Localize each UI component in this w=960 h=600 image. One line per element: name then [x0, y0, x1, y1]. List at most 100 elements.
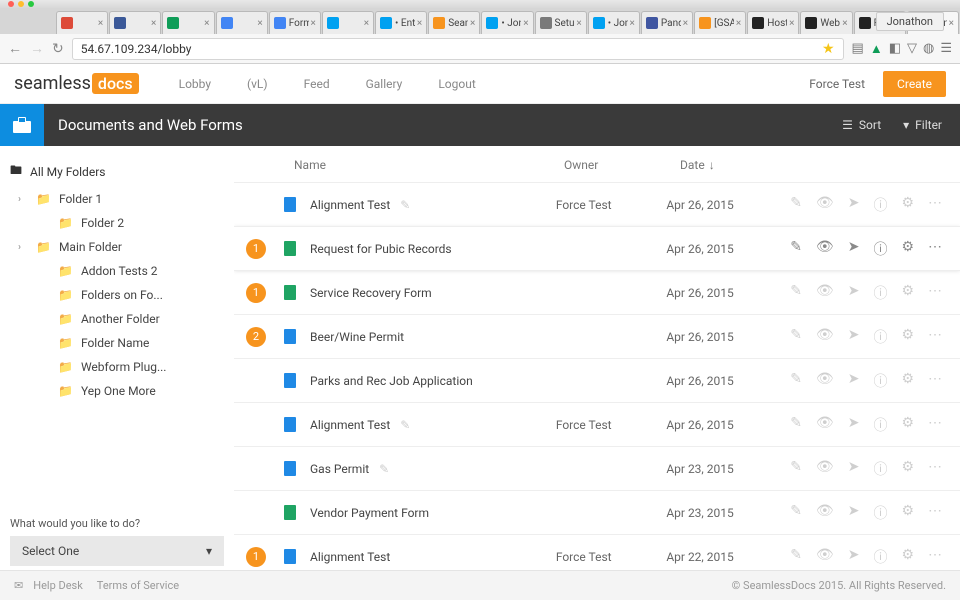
- edit-icon[interactable]: ✎: [790, 503, 802, 523]
- browser-tab[interactable]: ×: [56, 11, 108, 34]
- tab-close-icon[interactable]: ×: [151, 18, 156, 29]
- tab-close-icon[interactable]: ×: [736, 18, 741, 29]
- help-desk-link[interactable]: Help Desk: [33, 579, 83, 592]
- col-name[interactable]: Name: [294, 158, 564, 172]
- browser-tab[interactable]: Setup×: [535, 11, 587, 34]
- tab-close-icon[interactable]: ×: [630, 18, 635, 29]
- sidebar-item[interactable]: 📁Another Folder: [10, 307, 224, 331]
- more-icon[interactable]: ⋯: [928, 327, 942, 347]
- view-icon[interactable]: 👁: [816, 239, 834, 259]
- info-icon[interactable]: ⓘ: [873, 459, 887, 479]
- table-row[interactable]: Gas Permit✎Apr 23, 2015✎👁➤ⓘ⚙⋯: [234, 446, 960, 490]
- tab-close-icon[interactable]: ×: [364, 18, 369, 29]
- action-select[interactable]: Select One ▾: [10, 536, 224, 566]
- table-row[interactable]: 1Request for Pubic RecordsApr 26, 2015✎👁…: [234, 226, 960, 270]
- browser-tab[interactable]: ×: [162, 11, 214, 34]
- edit-icon[interactable]: ✎: [400, 198, 410, 212]
- more-icon[interactable]: ⋯: [928, 415, 942, 435]
- view-icon[interactable]: 👁: [816, 459, 834, 479]
- view-icon[interactable]: 👁: [816, 283, 834, 303]
- ext-buffer-icon[interactable]: ▤: [852, 41, 864, 57]
- tab-close-icon[interactable]: ×: [789, 18, 794, 29]
- sidebar-item[interactable]: ›📁Main Folder: [10, 235, 224, 259]
- reload-icon[interactable]: ↻: [52, 41, 64, 57]
- edit-icon[interactable]: ✎: [790, 239, 802, 259]
- ext-devices-icon[interactable]: ◧: [889, 41, 901, 57]
- tab-close-icon[interactable]: ×: [949, 18, 954, 29]
- edit-icon[interactable]: ✎: [790, 283, 802, 303]
- sidebar-item[interactable]: 📁Yep One More: [10, 379, 224, 403]
- chrome-profile[interactable]: Jonathon: [876, 12, 944, 31]
- ext-pocket-icon[interactable]: ▽: [907, 41, 917, 57]
- gear-icon[interactable]: ⚙: [901, 327, 914, 347]
- terms-link[interactable]: Terms of Service: [97, 579, 179, 592]
- table-row[interactable]: 1Service Recovery FormApr 26, 2015✎👁➤ⓘ⚙⋯: [234, 270, 960, 314]
- nav-feed[interactable]: Feed: [304, 77, 330, 91]
- send-icon[interactable]: ➤: [848, 503, 860, 523]
- send-icon[interactable]: ➤: [848, 239, 860, 259]
- view-icon[interactable]: 👁: [816, 547, 834, 567]
- info-icon[interactable]: ⓘ: [873, 327, 887, 347]
- send-icon[interactable]: ➤: [848, 415, 860, 435]
- browser-tab[interactable]: Seaml×: [428, 11, 480, 34]
- table-row[interactable]: 2Beer/Wine PermitApr 26, 2015✎👁➤ⓘ⚙⋯: [234, 314, 960, 358]
- more-icon[interactable]: ⋯: [928, 239, 942, 259]
- browser-tab[interactable]: ×: [322, 11, 374, 34]
- send-icon[interactable]: ➤: [848, 327, 860, 347]
- sidebar-item[interactable]: 📁Folder 2: [10, 211, 224, 235]
- bookmark-star-icon[interactable]: ★: [822, 41, 835, 57]
- mail-icon[interactable]: ✉: [14, 579, 23, 592]
- gear-icon[interactable]: ⚙: [901, 547, 914, 567]
- sidebar-item[interactable]: 📁Addon Tests 2: [10, 259, 224, 283]
- view-icon[interactable]: 👁: [816, 195, 834, 215]
- tab-close-icon[interactable]: ×: [576, 18, 581, 29]
- back-icon[interactable]: ←: [8, 40, 22, 57]
- send-icon[interactable]: ➤: [848, 547, 860, 567]
- edit-icon[interactable]: ✎: [790, 327, 802, 347]
- gear-icon[interactable]: ⚙: [901, 239, 914, 259]
- gear-icon[interactable]: ⚙: [901, 459, 914, 479]
- forward-icon[interactable]: →: [30, 40, 44, 57]
- more-icon[interactable]: ⋯: [928, 547, 942, 567]
- chrome-menu-icon[interactable]: ☰: [940, 41, 952, 57]
- gear-icon[interactable]: ⚙: [901, 503, 914, 523]
- sidebar-item[interactable]: 📁Folder Name: [10, 331, 224, 355]
- edit-icon[interactable]: ✎: [379, 462, 389, 476]
- gear-icon[interactable]: ⚙: [901, 415, 914, 435]
- browser-tab[interactable]: [GSA F×: [694, 11, 746, 34]
- browser-tab[interactable]: Webflo×: [800, 11, 852, 34]
- browser-tab[interactable]: Hostin×: [747, 11, 799, 34]
- nav-vl[interactable]: (vL): [247, 77, 268, 91]
- filter-button[interactable]: ▾Filter: [903, 118, 942, 132]
- url-input[interactable]: 54.67.109.234/lobby ★: [72, 38, 844, 60]
- traffic-min[interactable]: [18, 1, 24, 7]
- sidebar-item[interactable]: 📁Folders on Fo...: [10, 283, 224, 307]
- sidebar-item[interactable]: ›📁Folder 1: [10, 187, 224, 211]
- sidebar-root[interactable]: 🖿 All My Folders: [10, 156, 224, 187]
- info-icon[interactable]: ⓘ: [873, 239, 887, 259]
- table-row[interactable]: Alignment Test✎Force TestApr 26, 2015✎👁➤…: [234, 182, 960, 226]
- more-icon[interactable]: ⋯: [928, 283, 942, 303]
- edit-icon[interactable]: ✎: [790, 415, 802, 435]
- edit-icon[interactable]: ✎: [790, 371, 802, 391]
- info-icon[interactable]: ⓘ: [873, 195, 887, 215]
- edit-icon[interactable]: ✎: [790, 459, 802, 479]
- edit-icon[interactable]: ✎: [790, 547, 802, 567]
- nav-gallery[interactable]: Gallery: [366, 77, 403, 91]
- browser-tab[interactable]: • Jona×: [481, 11, 533, 34]
- nav-logout[interactable]: Logout: [438, 77, 475, 91]
- tab-close-icon[interactable]: ×: [842, 18, 847, 29]
- more-icon[interactable]: ⋯: [928, 371, 942, 391]
- more-icon[interactable]: ⋯: [928, 195, 942, 215]
- table-row[interactable]: Alignment Test✎Force TestApr 26, 2015✎👁➤…: [234, 402, 960, 446]
- col-owner[interactable]: Owner: [564, 158, 680, 172]
- view-icon[interactable]: 👁: [816, 327, 834, 347]
- send-icon[interactable]: ➤: [848, 283, 860, 303]
- info-icon[interactable]: ⓘ: [873, 415, 887, 435]
- ext-drive-icon[interactable]: ▲: [870, 41, 883, 57]
- nav-lobby[interactable]: Lobby: [179, 77, 211, 91]
- create-button[interactable]: Create: [883, 71, 946, 97]
- gear-icon[interactable]: ⚙: [901, 371, 914, 391]
- send-icon[interactable]: ➤: [848, 195, 860, 215]
- sort-button[interactable]: ☰Sort: [842, 118, 881, 132]
